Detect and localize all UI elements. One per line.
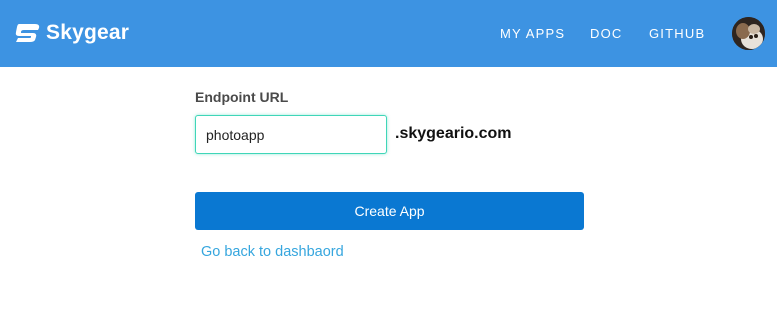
avatar-image: [732, 17, 765, 50]
brand-name: Skygear: [46, 21, 130, 44]
nav-my-apps[interactable]: MY APPS: [500, 26, 565, 42]
back-to-dashboard-link[interactable]: Go back to dashbaord: [201, 244, 344, 260]
endpoint-url-input[interactable]: [195, 115, 387, 154]
top-navbar: Skygear MY APPS DOC GITHUB: [0, 0, 777, 67]
nav-github[interactable]: GITHUB: [649, 26, 705, 42]
nav-doc[interactable]: DOC: [590, 26, 623, 42]
create-app-button[interactable]: Create App: [195, 192, 584, 230]
endpoint-url-label: Endpoint URL: [195, 89, 289, 105]
skygear-logo[interactable]: Skygear: [13, 17, 129, 49]
skygear-logo-icon: [15, 24, 40, 42]
domain-suffix: .skygeario.com: [395, 125, 512, 142]
user-avatar[interactable]: [732, 17, 765, 50]
